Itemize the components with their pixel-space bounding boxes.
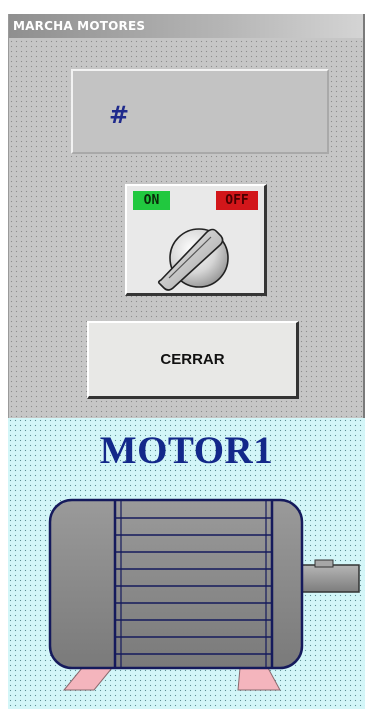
display-value: # (109, 101, 130, 129)
rotary-selector-knob-icon[interactable] (155, 214, 239, 292)
motor-body (48, 498, 304, 670)
window-title-bar[interactable]: MARCHA MOTORES (9, 14, 363, 38)
motor-shaft (300, 564, 360, 593)
switch-on-label: ON (133, 191, 170, 210)
value-display: # (71, 69, 329, 154)
window-title: MARCHA MOTORES (13, 19, 146, 33)
switch-off-label: OFF (216, 191, 258, 210)
electric-motor-icon (48, 498, 360, 691)
motor-panel: MOTOR1 (8, 418, 365, 709)
motor-foot-right (237, 667, 281, 691)
motor-foot-left (62, 667, 114, 691)
marcha-motores-window: MARCHA MOTORES # ON OFF CERRAR (8, 14, 365, 418)
on-off-selector-switch[interactable]: ON OFF (125, 184, 267, 296)
close-button[interactable]: CERRAR (87, 321, 299, 399)
